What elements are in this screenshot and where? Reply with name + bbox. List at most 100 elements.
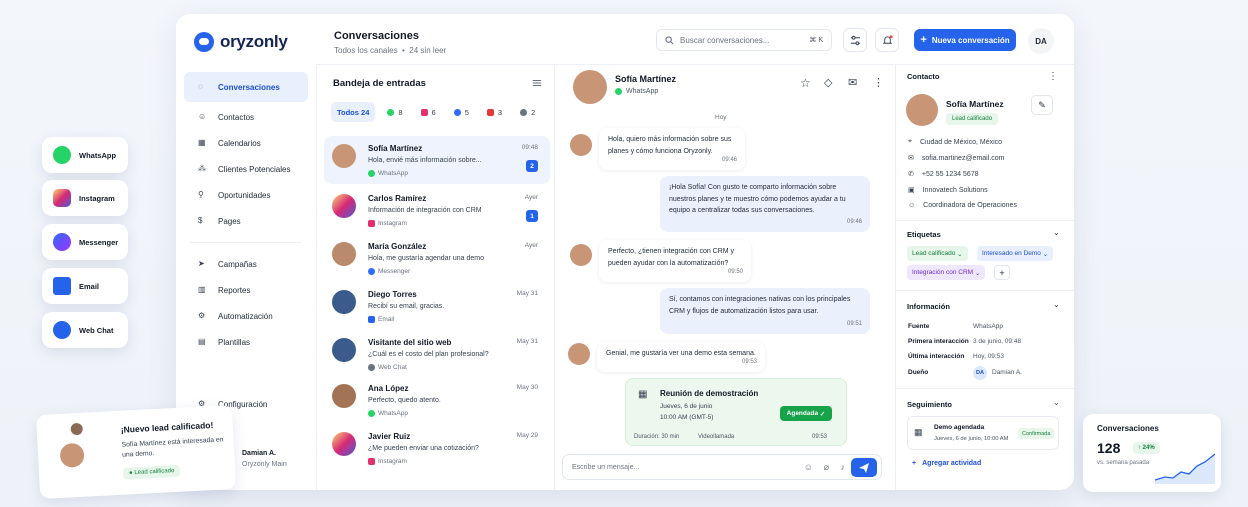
filter-webchat[interactable]: 2 — [514, 102, 541, 122]
instagram-icon — [368, 458, 375, 465]
sidebar-item-label: Clientes Potenciales — [218, 164, 291, 174]
instagram-icon — [53, 189, 71, 207]
avatar — [332, 242, 356, 266]
lead-notification-card[interactable]: ¡Nuevo lead calificado! Sofía Martínez e… — [35, 404, 237, 500]
channel-card-email[interactable]: Email — [42, 268, 128, 304]
sidebar-item-reportes[interactable]: ▥ Reportes — [184, 277, 308, 303]
instagram-icon — [420, 108, 428, 116]
filter-whatsapp[interactable]: 8 — [381, 102, 408, 122]
avatar — [568, 343, 590, 365]
messenger-icon — [453, 108, 461, 116]
tag-icon[interactable]: ◇ — [824, 76, 832, 89]
owner-avatar: DA — [973, 366, 987, 380]
lead-badge: Lead calificado — [946, 113, 999, 125]
channel-card-label: WhatsApp — [79, 150, 117, 160]
chevron-down-icon[interactable]: ⌄ — [1053, 398, 1060, 407]
channel-card-messenger[interactable]: Messenger — [42, 224, 128, 260]
email-icon — [368, 316, 375, 323]
follow-up-card[interactable]: ▦ Demo agendada Jueves, 6 de junio, 10:0… — [907, 416, 1059, 450]
stats-caption: vs. semana pasada — [1097, 460, 1150, 466]
message-time: 09:53 — [741, 358, 757, 365]
conversation-row[interactable]: Diego Torres Recibí su email, gracias. E… — [324, 282, 550, 330]
channel-card-whatsapp[interactable]: WhatsApp — [42, 137, 128, 173]
more-icon[interactable]: ⋮ — [1048, 71, 1058, 82]
filter-all[interactable]: Todos 24 — [331, 102, 376, 122]
conversation-row[interactable]: Carlos Ramírez Información de integració… — [324, 186, 550, 234]
sidebar-item-clientes-potenciales[interactable]: ⁂ Clientes Potenciales — [184, 156, 308, 182]
conversation-preview: ¿Cuál es el costo del plan profesional? — [368, 351, 489, 358]
tag-chip[interactable]: Interesado en Demo ⌄ — [977, 246, 1054, 261]
conversation-row[interactable]: Ana López Perfecto, quedo atento. WhatsA… — [324, 376, 550, 424]
message-text: Perfecto, ¿tienen integración con CRM y … — [608, 248, 735, 267]
sidebar-item-oportunidades[interactable]: ⚲ Oportunidades — [184, 182, 308, 208]
contact-email[interactable]: ✉ sofia.martinez@email.com — [908, 154, 1004, 163]
conversation-row[interactable]: Sofía Martínez Hola, envié más informaci… — [324, 136, 550, 184]
new-conversation-button[interactable]: + Nueva conversación — [914, 29, 1016, 51]
emoji-icon[interactable]: ☺ — [804, 462, 813, 472]
notifications-button[interactable] — [875, 28, 899, 52]
whatsapp-icon — [615, 88, 622, 95]
whatsapp-icon — [368, 410, 375, 417]
avatar — [573, 70, 607, 104]
filters-button[interactable] — [843, 28, 867, 52]
channel-card-instagram[interactable]: Instagram — [42, 180, 128, 216]
filter-email[interactable]: 3 — [481, 102, 508, 122]
mail-icon: ✉ — [908, 155, 914, 162]
meeting-status-badge: Agendada ✓ — [780, 406, 832, 421]
divider — [896, 290, 1074, 291]
email-icon — [332, 290, 356, 314]
tag-chip[interactable]: Lead calificado ⌄ — [907, 246, 968, 261]
mail-icon[interactable]: ✉ — [848, 76, 857, 89]
chevron-down-icon[interactable]: ⌄ — [1053, 228, 1060, 237]
user-avatar[interactable]: DA — [1028, 28, 1054, 54]
send-button[interactable] — [851, 458, 877, 477]
chat-contact-name: Sofía Martínez — [615, 74, 677, 84]
add-activity-button[interactable]: + Agregar actividad — [912, 460, 981, 467]
logo-icon — [194, 32, 214, 52]
divider — [896, 220, 1074, 221]
sidebar-item-contactos[interactable]: ☺ Contactos — [184, 104, 308, 130]
conversation-row[interactable]: María González Hola, me gustaría agendar… — [324, 234, 550, 282]
conversation-time: May 30 — [516, 384, 538, 391]
sidebar-item-campanas[interactable]: ➤ Campañas — [184, 251, 308, 277]
sidebar-item-conversaciones[interactable]: ◌ Conversaciones — [184, 72, 308, 102]
avatar — [70, 422, 84, 436]
plus-icon: + — [920, 34, 927, 46]
channel-card-label: Messenger — [79, 237, 119, 247]
conversation-time: May 29 — [516, 432, 538, 439]
filter-instagram[interactable]: 6 — [415, 102, 442, 122]
pencil-icon: ✎ — [1038, 99, 1046, 110]
more-icon[interactable]: ⋮ — [873, 76, 884, 89]
sidebar-item-calendarios[interactable]: ▦ Calendarios — [184, 130, 308, 156]
search-input[interactable]: Buscar conversaciones... ⌘ K — [656, 29, 832, 51]
message-text: Hola, quiero más información sobre sus p… — [608, 136, 732, 155]
search-icon — [665, 35, 674, 44]
conversation-row[interactable]: Visitante del sitio web ¿Cuál es el cost… — [324, 330, 550, 378]
edit-button[interactable]: ✎ — [1031, 95, 1053, 115]
filter-icon[interactable] — [532, 78, 542, 88]
chevron-down-icon[interactable]: ⌄ — [1053, 300, 1060, 309]
info-key: Primera interacción — [908, 338, 969, 345]
user-switcher[interactable]: Damian A. Oryzonly Main — [242, 450, 287, 468]
brand-logo[interactable]: oryzonly — [194, 32, 288, 52]
contact-phone[interactable]: ✆ +52 55 1234 5678 — [908, 170, 979, 179]
conversation-name: Sofía Martínez — [368, 144, 423, 153]
mic-icon[interactable]: ♪ — [841, 462, 846, 472]
conversation-row[interactable]: Javier Ruiz ¿Me pueden enviar una cotiza… — [324, 424, 550, 472]
sidebar-item-plantillas[interactable]: ▤ Plantillas — [184, 329, 308, 355]
channel-card-webchat[interactable]: Web Chat — [42, 312, 128, 348]
add-tag-button[interactable]: + — [994, 265, 1010, 280]
sidebar-item-automatizacion[interactable]: ⚙ Automatización — [184, 303, 308, 329]
meeting-date: Jueves, 6 de junio — [660, 403, 713, 410]
new-conversation-label: Nueva conversación — [931, 35, 1010, 45]
message-input[interactable]: Escribe un mensaje... ☺ ⌀ ♪ — [562, 454, 882, 480]
sidebar-item-pages[interactable]: $ Pages — [184, 208, 308, 234]
info-value: 3 de junio, 09:48 — [973, 338, 1022, 345]
avatar — [59, 442, 85, 468]
channel-card-label: Email — [79, 281, 100, 291]
tag-chip[interactable]: Integración con CRM ⌄ — [907, 265, 986, 280]
attach-icon[interactable]: ⌀ — [824, 462, 829, 473]
meeting-card[interactable]: ▦ Reunión de demostración Jueves, 6 de j… — [625, 378, 847, 446]
filter-messenger[interactable]: 5 — [448, 102, 475, 122]
star-icon[interactable]: ☆ — [800, 76, 811, 90]
